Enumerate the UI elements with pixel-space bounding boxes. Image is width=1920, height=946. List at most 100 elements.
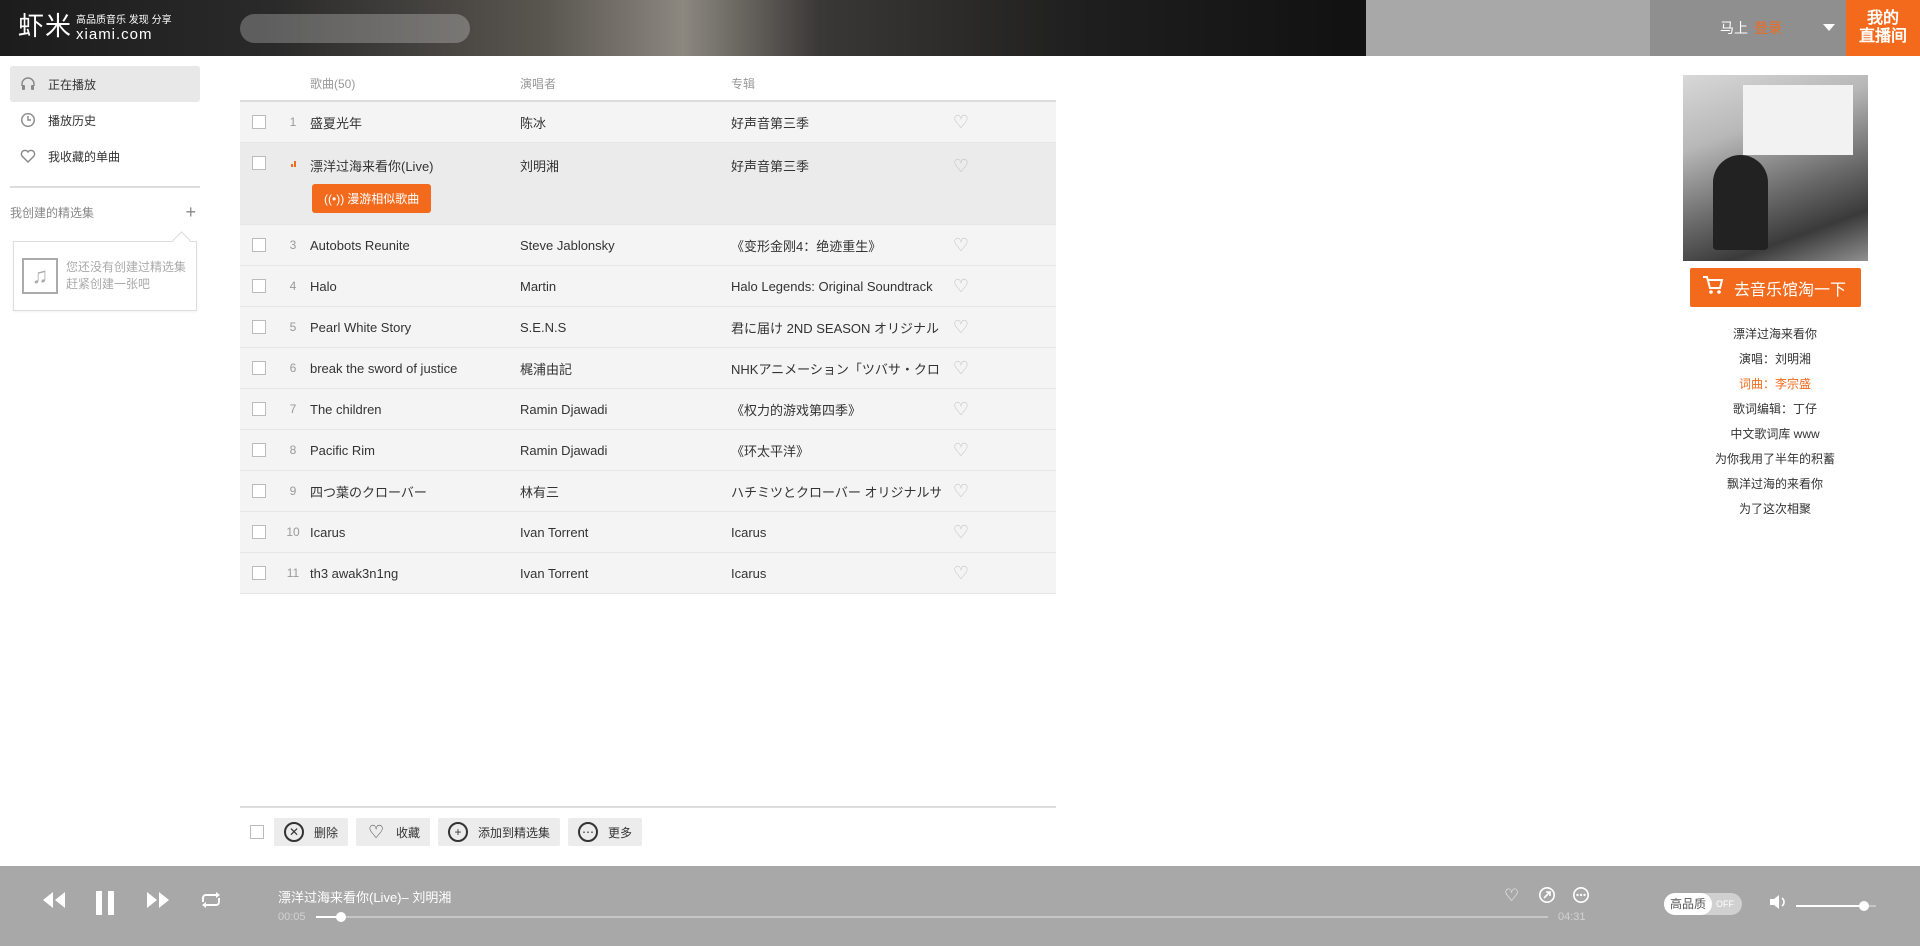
table-row[interactable]: 3 Autobots Reunite Steve Jablonsky 《变形金刚… — [240, 225, 1056, 266]
song-title[interactable]: The children — [310, 402, 520, 417]
song-album[interactable]: Halo Legends: Original Soundtrack — [731, 279, 941, 294]
progress-bar[interactable] — [316, 912, 1548, 922]
heart-icon[interactable]: ♡ — [941, 143, 981, 177]
song-artist[interactable]: 林有三 — [520, 482, 731, 501]
table-row[interactable]: 8 Pacific Rim Ramin Djawadi 《环太平洋》 ♡ — [240, 430, 1056, 471]
album-cover[interactable] — [1683, 75, 1868, 261]
song-album[interactable]: NHKアニメーション「ツバサ・クロニ — [731, 359, 941, 378]
row-checkbox[interactable] — [252, 402, 266, 416]
delete-button[interactable]: ✕ 删除 — [274, 818, 349, 846]
table-row[interactable]: 4 Halo Martin Halo Legends: Original Sou… — [240, 266, 1056, 307]
collect-button[interactable]: ♡ 收藏 — [356, 818, 431, 846]
row-checkbox[interactable] — [252, 361, 266, 375]
sidebar-item-favorites[interactable]: 我收藏的单曲 — [10, 138, 200, 174]
heart-icon[interactable]: ♡ — [941, 235, 981, 256]
heart-icon[interactable]: ♡ — [941, 563, 981, 584]
song-artist[interactable]: 陈冰 — [520, 113, 731, 132]
row-checkbox[interactable] — [252, 566, 266, 580]
heart-icon[interactable]: ♡ — [941, 399, 981, 420]
song-title[interactable]: 盛夏光年 — [310, 113, 520, 132]
song-artist[interactable]: 刘明湘 — [520, 143, 731, 175]
song-album[interactable]: 好声音第三季 — [731, 143, 941, 175]
pause-icon[interactable] — [94, 890, 116, 922]
more-icon: ⋯ — [578, 822, 599, 842]
row-checkbox[interactable] — [252, 279, 266, 293]
row-checkbox[interactable] — [252, 484, 266, 498]
login-link[interactable]: 登录 — [1754, 20, 1782, 36]
volume-handle[interactable] — [1859, 901, 1869, 911]
like-heart-icon[interactable]: ♡ — [1504, 886, 1519, 906]
xiami-logo[interactable]: 虾米 高品质音乐 发现 分享 xiami.com — [18, 10, 172, 43]
table-row[interactable]: 7 The children Ramin Djawadi 《权力的游戏第四季》 … — [240, 389, 1056, 430]
table-row[interactable]: 11 th3 awak3n1ng Ivan Torrent Icarus ♡ — [240, 553, 1056, 594]
row-checkbox[interactable] — [252, 156, 266, 170]
add-to-collection-button[interactable]: + 添加到精选集 — [438, 818, 561, 846]
heart-icon[interactable]: ♡ — [941, 276, 981, 297]
row-checkbox[interactable] — [252, 525, 266, 539]
song-title[interactable]: Pacific Rim — [310, 443, 520, 458]
song-title[interactable]: Halo — [310, 279, 520, 294]
more-options-icon[interactable] — [1572, 886, 1590, 909]
empty-collections-tooltip[interactable]: ♫ 您还没有创建过精选集 赶紧创建一张吧 — [13, 241, 197, 311]
heart-icon[interactable]: ♡ — [941, 317, 981, 338]
my-live-room-button[interactable]: 我的 直播间 — [1846, 0, 1920, 56]
song-album[interactable]: 《变形金刚4：绝迹重生》 — [731, 236, 941, 255]
song-title[interactable]: Icarus — [310, 525, 520, 540]
song-artist[interactable]: Ramin Djawadi — [520, 443, 731, 458]
search-input[interactable] — [240, 14, 470, 43]
progress-handle[interactable] — [335, 912, 346, 922]
song-artist[interactable]: Steve Jablonsky — [520, 238, 731, 253]
song-album[interactable]: 《环太平洋》 — [731, 441, 941, 460]
quality-toggle[interactable]: 高品质 OFF — [1664, 893, 1742, 915]
heart-icon[interactable]: ♡ — [941, 112, 981, 133]
row-checkbox[interactable] — [252, 238, 266, 252]
row-checkbox[interactable] — [252, 115, 266, 129]
song-artist[interactable]: Martin — [520, 279, 731, 294]
heart-icon: ♡ — [367, 822, 385, 842]
share-icon[interactable] — [1538, 886, 1556, 909]
sidebar-item-now-playing[interactable]: 正在播放 — [10, 66, 200, 102]
song-album[interactable]: Icarus — [731, 525, 941, 540]
chevron-down-icon[interactable] — [1823, 24, 1835, 31]
select-all-checkbox[interactable] — [250, 825, 264, 839]
table-row[interactable]: 10 Icarus Ivan Torrent Icarus ♡ — [240, 512, 1056, 553]
heart-icon[interactable]: ♡ — [941, 481, 981, 502]
roam-similar-button[interactable]: ((•)) 漫游相似歌曲 — [312, 184, 432, 213]
sidebar-item-label: 我收藏的单曲 — [48, 149, 121, 164]
song-album[interactable]: 君に届け 2ND SEASON オリジナル・ — [731, 318, 941, 337]
row-checkbox[interactable] — [252, 320, 266, 334]
song-album[interactable]: Icarus — [731, 566, 941, 581]
song-title[interactable]: th3 awak3n1ng — [310, 566, 520, 581]
heart-icon[interactable]: ♡ — [941, 358, 981, 379]
song-title[interactable]: Autobots Reunite — [310, 238, 520, 253]
table-row[interactable]: 5 Pearl White Story S.E.N.S 君に届け 2ND SEA… — [240, 307, 1056, 348]
table-row[interactable]: 漂洋过海来看你(Live) 刘明湘 好声音第三季 ♡ ((•)) 漫游相似歌曲 — [240, 143, 1056, 225]
more-button[interactable]: ⋯ 更多 — [568, 818, 643, 846]
heart-icon[interactable]: ♡ — [941, 522, 981, 543]
music-store-button[interactable]: 去音乐馆淘一下 — [1690, 268, 1861, 307]
row-checkbox[interactable] — [252, 443, 266, 457]
song-artist[interactable]: S.E.N.S — [520, 320, 731, 335]
sidebar-item-history[interactable]: 播放历史 — [10, 102, 200, 138]
table-row[interactable]: 1 盛夏光年 陈冰 好声音第三季 ♡ — [240, 102, 1056, 143]
repeat-icon[interactable] — [198, 890, 224, 916]
song-album[interactable]: 《权力的游戏第四季》 — [731, 400, 941, 419]
song-artist[interactable]: Ramin Djawadi — [520, 402, 731, 417]
song-artist[interactable]: Ivan Torrent — [520, 525, 731, 540]
song-album[interactable]: 好声音第三季 — [731, 113, 941, 132]
song-album[interactable]: ハチミツとクローバー オリジナルサウ — [731, 482, 941, 501]
volume-slider[interactable] — [1796, 901, 1876, 911]
volume-icon[interactable] — [1768, 893, 1788, 916]
song-artist[interactable]: Ivan Torrent — [520, 566, 731, 581]
song-title[interactable]: Pearl White Story — [310, 320, 520, 335]
song-title[interactable]: 四つ葉のクローバー — [310, 482, 520, 501]
song-artist[interactable]: 梶浦由記 — [520, 359, 731, 378]
next-icon[interactable] — [144, 890, 172, 916]
table-row[interactable]: 9 四つ葉のクローバー 林有三 ハチミツとクローバー オリジナルサウ ♡ — [240, 471, 1056, 512]
table-row[interactable]: 6 break the sword of justice 梶浦由記 NHKアニメ… — [240, 348, 1056, 389]
song-title[interactable]: break the sword of justice — [310, 361, 520, 376]
heart-icon[interactable]: ♡ — [941, 440, 981, 461]
song-title[interactable]: 漂洋过海来看你(Live) — [310, 143, 520, 175]
add-collection-plus-icon[interactable]: + — [185, 202, 196, 223]
previous-icon[interactable] — [40, 890, 68, 916]
